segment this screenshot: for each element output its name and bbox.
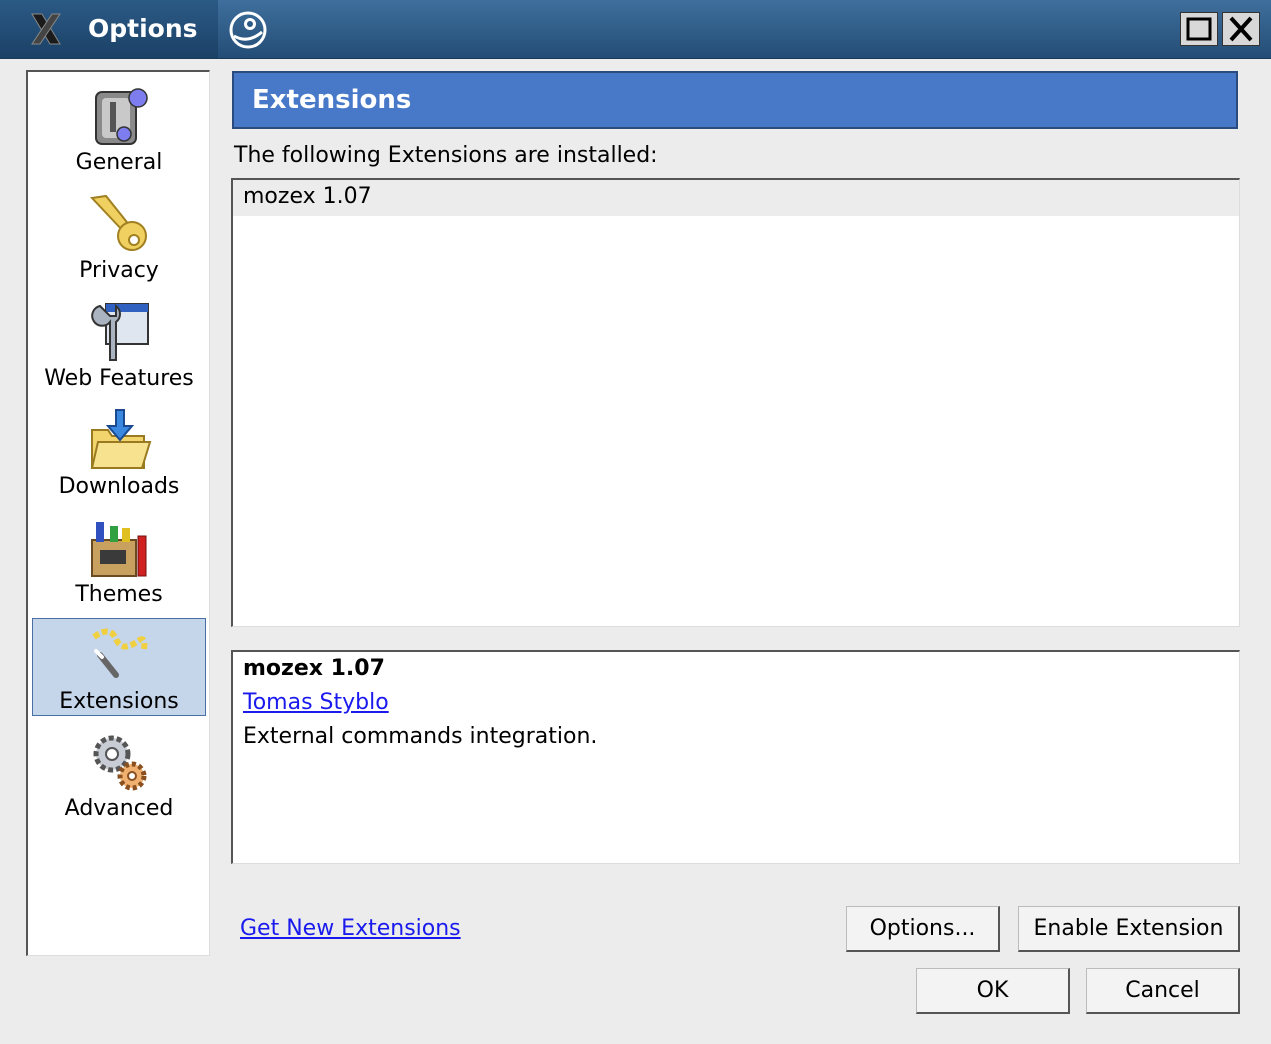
list-item[interactable]: mozex 1.07	[233, 180, 1239, 216]
sidebar-item-downloads[interactable]: Downloads	[32, 404, 206, 502]
sidebar-item-label: Privacy	[79, 258, 159, 283]
panel-header: Extensions	[232, 71, 1238, 129]
gears-icon	[93, 735, 147, 791]
close-button[interactable]	[1222, 12, 1260, 46]
extension-author-link[interactable]: Tomas Styblo	[243, 690, 389, 715]
folder-download-icon	[90, 409, 152, 469]
sidebar-item-label: Downloads	[58, 474, 180, 499]
extension-description: External commands integration.	[243, 724, 598, 749]
sidebar-item-privacy[interactable]: Privacy	[32, 188, 206, 286]
desktop-swirl-icon	[229, 11, 267, 49]
maximize-icon	[1186, 17, 1212, 41]
sidebar-item-themes[interactable]: Themes	[32, 512, 206, 610]
extensions-list[interactable]: mozex 1.07	[231, 178, 1240, 627]
extension-name: mozex 1.07	[243, 656, 385, 681]
category-sidebar: General Privacy Web Features Downloads T…	[26, 70, 210, 956]
extension-details: mozex 1.07 Tomas Styblo External command…	[231, 650, 1240, 864]
sidebar-item-general[interactable]: General	[32, 80, 206, 178]
key-icon	[89, 194, 147, 251]
x-logo-icon[interactable]	[28, 12, 64, 46]
window-titlebar[interactable]: Options	[0, 0, 1271, 59]
paint-box-icon	[91, 522, 147, 577]
wrench-window-icon	[91, 303, 149, 361]
sidebar-item-label: Advanced	[64, 796, 174, 821]
sidebar-item-extensions[interactable]: Extensions	[32, 618, 206, 716]
close-icon	[1229, 16, 1253, 42]
general-switch-icon	[95, 88, 148, 145]
installed-label: The following Extensions are installed:	[234, 143, 658, 168]
sidebar-item-label: Themes	[75, 582, 163, 607]
sidebar-item-label: General	[75, 150, 163, 175]
options-button[interactable]: Options...	[846, 906, 1000, 952]
sidebar-item-web-features[interactable]: Web Features	[32, 296, 206, 394]
sidebar-item-label: Extensions	[59, 689, 179, 714]
sidebar-item-advanced[interactable]: Advanced	[32, 726, 206, 824]
get-new-extensions-link[interactable]: Get New Extensions	[240, 916, 461, 941]
ok-button[interactable]: OK	[916, 968, 1070, 1014]
panel-title: Extensions	[252, 85, 412, 115]
maximize-button[interactable]	[1180, 12, 1218, 46]
cancel-button[interactable]: Cancel	[1086, 968, 1240, 1014]
sidebar-item-label: Web Features	[44, 366, 194, 391]
enable-extension-button[interactable]: Enable Extension	[1018, 906, 1240, 952]
magic-wand-icon	[92, 628, 148, 678]
window-title: Options	[88, 14, 198, 43]
